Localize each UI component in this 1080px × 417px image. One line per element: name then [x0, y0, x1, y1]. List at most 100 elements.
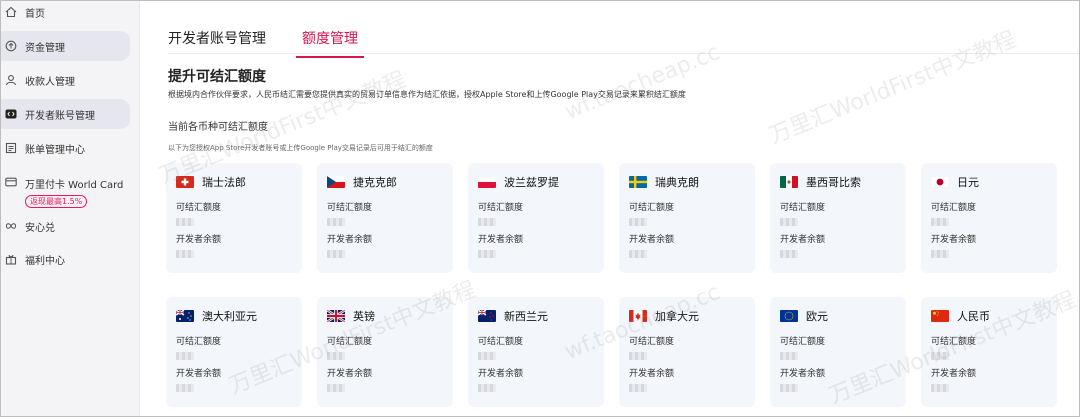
sidebar-item-label: 开发者账号管理: [25, 110, 95, 122]
currency-name: 英镑: [353, 310, 375, 323]
quota-label: 可结汇额度: [176, 337, 222, 347]
gift-icon: [5, 253, 17, 265]
quota-value-blurred: [629, 352, 647, 360]
balance-label: 开发者余额: [931, 369, 977, 379]
balance-value-blurred: [176, 384, 194, 392]
currency-card-gbp[interactable]: 英镑 可结汇额度 开发者余额: [317, 297, 453, 407]
currency-card-pln[interactable]: 波兰兹罗提 可结汇额度 开发者余额: [468, 163, 604, 273]
sidebar-item-label: 福利中心: [25, 255, 65, 267]
sidebar-item-bills[interactable]: 账单管理中心: [0, 133, 130, 163]
balance-value-blurred: [478, 384, 496, 392]
section-subtitle: 当前各币种可结汇额度: [168, 122, 268, 133]
balance-label: 开发者余额: [478, 235, 524, 245]
balance-label: 开发者余额: [176, 369, 222, 379]
currency-name: 捷克克郎: [353, 176, 397, 189]
user-icon: [5, 74, 17, 86]
uk-flag-icon: [327, 310, 345, 322]
quota-label: 可结汇额度: [478, 203, 524, 213]
sidebar-item-funds[interactable]: 资金管理: [0, 31, 130, 61]
currency-card-cad[interactable]: 加拿大元 可结汇额度 开发者余额: [619, 297, 755, 407]
sidebar-item-exchange[interactable]: 安心兑: [0, 211, 130, 241]
australia-flag-icon: [176, 310, 194, 322]
currency-name: 加拿大元: [655, 310, 699, 323]
quota-value-blurred: [478, 218, 496, 226]
balance-label: 开发者余额: [780, 235, 826, 245]
canada-flag-icon: [629, 310, 647, 322]
currency-card-czk[interactable]: 捷克克郎 可结汇额度 开发者余额: [317, 163, 453, 273]
quota-label: 可结汇额度: [780, 337, 826, 347]
currency-name: 新西兰元: [504, 310, 548, 323]
quota-label: 可结汇额度: [327, 203, 373, 213]
balance-label: 开发者余额: [629, 235, 675, 245]
card-icon: [5, 176, 17, 188]
sidebar: 首页 资金管理 收款人管理 开发者账号管理 账单管理中心 万里付卡 World …: [0, 0, 140, 417]
currency-card-sek[interactable]: 瑞典克朗 可结汇额度 开发者余额: [619, 163, 755, 273]
switzerland-flag-icon: [176, 176, 194, 188]
balance-value-blurred: [931, 250, 949, 258]
currency-card-aud[interactable]: 澳大利亚元 可结汇额度 开发者余额: [166, 297, 302, 407]
quota-label: 可结汇额度: [931, 337, 977, 347]
section-title: 提升可结汇额度: [168, 69, 266, 85]
balance-label: 开发者余额: [931, 235, 977, 245]
quota-label: 可结汇额度: [629, 203, 675, 213]
code-icon: [5, 108, 17, 120]
balance-label: 开发者余额: [780, 369, 826, 379]
quota-label: 可结汇额度: [931, 203, 977, 213]
currency-name: 日元: [957, 176, 979, 189]
currency-card-jpy[interactable]: 日元 可结汇额度 开发者余额: [921, 163, 1057, 273]
newzealand-flag-icon: [478, 310, 496, 322]
section-subdescription: 以下为您授权App Store开发者账号或上传Google Play交易记录后可…: [168, 144, 433, 152]
sidebar-item-label: 账单管理中心: [25, 144, 85, 156]
balance-value-blurred: [327, 384, 345, 392]
section-description: 根据境内合作伙伴要求，人民币结汇需要您提供真实的贸易订单信息作为结汇依据，授权A…: [168, 90, 686, 99]
quota-value-blurred: [327, 352, 345, 360]
currency-name: 人民币: [957, 310, 990, 323]
sweden-flag-icon: [629, 176, 647, 188]
currency-card-chf[interactable]: 瑞士法郎 可结汇额度 开发者余额: [166, 163, 302, 273]
eu-flag-icon: [780, 310, 798, 322]
balance-value-blurred: [629, 250, 647, 258]
home-icon: [5, 6, 17, 18]
balance-label: 开发者余额: [327, 235, 373, 245]
currency-card-nzd[interactable]: 新西兰元 可结汇额度 开发者余额: [468, 297, 604, 407]
balance-value-blurred: [327, 250, 345, 258]
quota-value-blurred: [176, 218, 194, 226]
sidebar-item-world-card[interactable]: 万里付卡 World Card 返现最高1.5%: [0, 170, 130, 212]
balance-value-blurred: [931, 384, 949, 392]
currency-name: 墨西哥比索: [806, 176, 861, 189]
balance-label: 开发者余额: [478, 369, 524, 379]
sidebar-item-label: 首页: [25, 8, 45, 20]
quota-label: 可结汇额度: [780, 203, 826, 213]
sidebar-item-label: 资金管理: [25, 42, 65, 54]
currency-name: 瑞典克朗: [655, 176, 699, 189]
currency-name: 欧元: [806, 310, 828, 323]
main-content: 开发者账号管理 额度管理 提升可结汇额度 根据境内合作伙伴要求，人民币结汇需要您…: [140, 0, 1080, 417]
mexico-flag-icon: [780, 176, 798, 188]
sidebar-item-home[interactable]: 首页: [0, 0, 130, 27]
balance-label: 开发者余额: [629, 369, 675, 379]
sidebar-item-label: 万里付卡 World Card: [25, 180, 124, 191]
sidebar-item-payees[interactable]: 收款人管理: [0, 65, 130, 95]
china-flag-icon: [931, 310, 949, 322]
quota-value-blurred: [780, 352, 798, 360]
quota-label: 可结汇额度: [327, 337, 373, 347]
funds-icon: [5, 40, 17, 52]
balance-value-blurred: [478, 250, 496, 258]
sidebar-item-benefits[interactable]: 福利中心: [0, 244, 130, 274]
sidebar-item-label: 收款人管理: [25, 76, 75, 88]
currency-card-cny[interactable]: 人民币 可结汇额度 开发者余额: [921, 297, 1057, 407]
balance-value-blurred: [780, 384, 798, 392]
tab-divider: [168, 53, 1080, 54]
currency-name: 瑞士法郎: [202, 176, 246, 189]
currency-card-mxn[interactable]: 墨西哥比索 可结汇额度 开发者余额: [770, 163, 906, 273]
quota-value-blurred: [478, 352, 496, 360]
japan-flag-icon: [931, 176, 949, 188]
quota-value-blurred: [176, 352, 194, 360]
sidebar-item-developer-accounts[interactable]: 开发者账号管理: [0, 99, 130, 129]
currency-card-eur[interactable]: 欧元 可结汇额度 开发者余额: [770, 297, 906, 407]
balance-value-blurred: [629, 384, 647, 392]
quota-label: 可结汇额度: [478, 337, 524, 347]
sidebar-item-label: 安心兑: [25, 222, 55, 234]
balance-label: 开发者余额: [327, 369, 373, 379]
czech-flag-icon: [327, 176, 345, 188]
